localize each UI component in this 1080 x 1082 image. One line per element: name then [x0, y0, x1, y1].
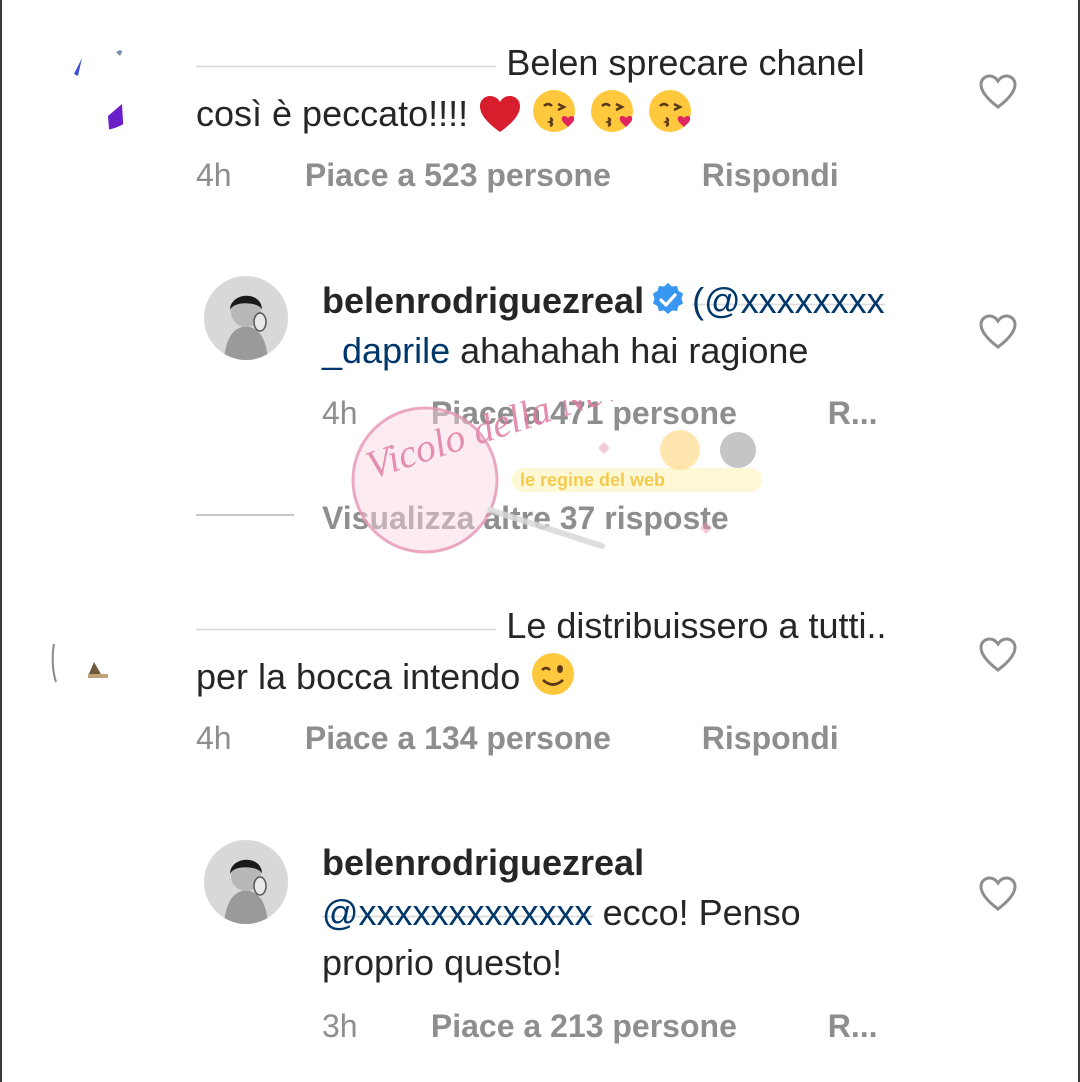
frame-edge-left: [0, 0, 2, 1082]
avatar[interactable]: [204, 276, 288, 360]
view-replies-divider: [196, 514, 294, 516]
avatar[interactable]: [48, 620, 132, 704]
mention-redacted[interactable]: @xxxxxxxxxxxxx: [322, 888, 593, 938]
timestamp: 3h: [322, 1008, 358, 1044]
timestamp: 4h: [322, 395, 358, 431]
username[interactable]: xxxxxxx_xxxxxxx: [196, 38, 497, 88]
comment-meta: 4h Piace a 471 persone R...: [322, 395, 878, 432]
avatar[interactable]: [204, 840, 288, 924]
comment-meta: 4h Piace a 134 persone Rispondi: [196, 720, 839, 757]
reply-button[interactable]: Rispondi: [702, 720, 839, 757]
comment-text: belenrodriguezreal (@xxxxxxxx _daprile a…: [322, 276, 922, 376]
comment-meta: 3h Piace a 213 persone R...: [322, 1008, 878, 1045]
avatar-fragment-icon: [74, 48, 124, 130]
kiss-face-icon: [648, 88, 696, 147]
comment-meta: 4h Piace a 523 persone Rispondi: [196, 157, 839, 194]
avatar-fragment-icon: [51, 643, 108, 683]
kiss-face-icon: [590, 88, 638, 147]
like-heart-icon[interactable]: [978, 72, 1018, 112]
watermark-banner-text: le regine del web: [520, 470, 665, 490]
profile-photo-icon: [204, 276, 288, 360]
timestamp: 4h: [196, 157, 232, 193]
comment-text: xxxxxxx_xxxxxxx Belen sprecare chanel co…: [196, 38, 936, 147]
reply-button[interactable]: R...: [828, 395, 878, 432]
timestamp: 4h: [196, 720, 232, 756]
verified-badge-icon: [653, 283, 684, 314]
red-heart-icon: [478, 94, 522, 147]
reply-button[interactable]: Rispondi: [702, 157, 839, 194]
likes-link[interactable]: Piace a 134 persone: [305, 720, 693, 757]
comment-body: ahahahah hai ragione: [460, 330, 809, 371]
view-more-replies-button[interactable]: Visualizza altre 37 risposte: [322, 500, 729, 537]
likes-link[interactable]: Piace a 523 persone: [305, 157, 693, 194]
likes-link[interactable]: Piace a 213 persone: [431, 1008, 819, 1045]
like-heart-icon[interactable]: [978, 874, 1018, 914]
wink-face-icon: [530, 651, 576, 710]
comment-text: belenrodriguezreal @xxxxxxxxxxxxx ecco! …: [322, 838, 922, 988]
avatar[interactable]: [60, 46, 144, 130]
mention-link[interactable]: _daprile: [322, 330, 450, 371]
likes-link[interactable]: Piace a 471 persone: [431, 395, 819, 432]
reply-button[interactable]: R...: [828, 1008, 878, 1045]
username[interactable]: belenrodriguezreal: [322, 280, 644, 321]
username[interactable]: xxxxxxxxxxxxxxx: [196, 601, 497, 651]
like-heart-icon[interactable]: [978, 635, 1018, 675]
mention-redacted[interactable]: (@xxxxxxxx: [692, 276, 885, 326]
comment-text: xxxxxxxxxxxxxxx Le distribuissero a tutt…: [196, 601, 936, 710]
profile-photo-icon: [204, 840, 288, 924]
username[interactable]: belenrodriguezreal: [322, 842, 644, 883]
like-heart-icon[interactable]: [978, 312, 1018, 352]
kiss-face-icon: [532, 88, 580, 147]
